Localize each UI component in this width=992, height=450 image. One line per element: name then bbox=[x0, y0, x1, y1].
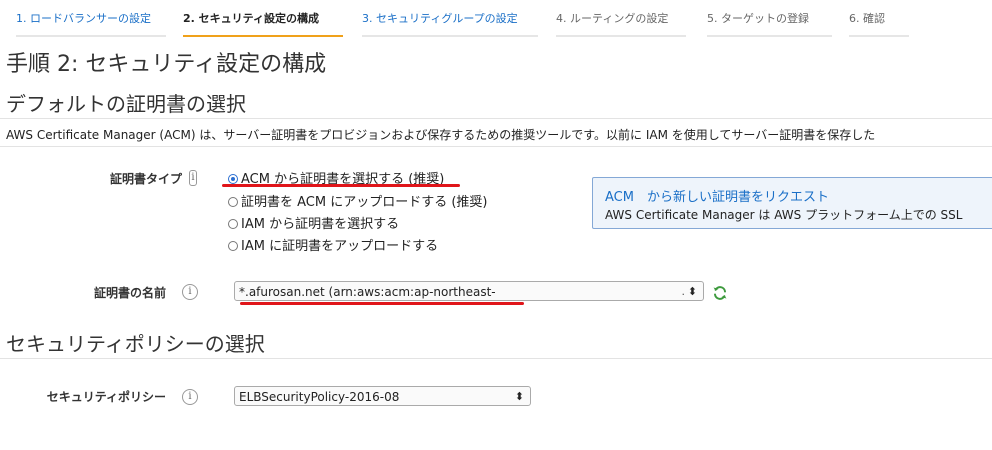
section-divider bbox=[0, 118, 992, 119]
radio-button[interactable] bbox=[228, 219, 238, 229]
dropdown-arrow-icon: ⬍ bbox=[514, 390, 524, 403]
cert-name-ellipsis: . bbox=[681, 285, 686, 298]
radio-iam-upload-label: IAM に証明書をアップロードする bbox=[241, 239, 439, 254]
radio-acm-upload[interactable]: 証明書を ACM にアップロードする (推奨) bbox=[228, 191, 488, 210]
radio-button[interactable] bbox=[228, 197, 238, 207]
tab-step-6[interactable]: 6. 確認 bbox=[849, 10, 909, 37]
radio-button[interactable] bbox=[228, 241, 238, 251]
cert-type-label: 証明書タイプ bbox=[109, 172, 182, 186]
tab-step-1-label: 1. ロードバランサーの設定 bbox=[16, 12, 151, 25]
tab-step-1-underline bbox=[16, 35, 166, 37]
description-divider bbox=[0, 146, 992, 147]
info-icon[interactable]: i bbox=[189, 170, 197, 186]
radio-iam-select-label: IAM から証明書を選択する bbox=[241, 217, 400, 232]
radio-button-checked[interactable] bbox=[228, 174, 238, 184]
tab-step-2[interactable]: 2. セキュリティ設定の構成 bbox=[183, 10, 343, 37]
tab-step-4-underline bbox=[556, 35, 686, 37]
tab-step-2-label: 2. セキュリティ設定の構成 bbox=[183, 12, 320, 25]
tab-step-5-underline bbox=[707, 35, 832, 37]
info-icon[interactable]: i bbox=[182, 389, 198, 405]
wizard-steps: 1. ロードバランサーの設定 2. セキュリティ設定の構成 3. セキュリティグ… bbox=[0, 0, 992, 38]
request-cert-link[interactable]: ACM から新しい証明書をリクエスト bbox=[605, 186, 829, 205]
security-policy-select[interactable]: ELBSecurityPolicy-2016-08 ⬍ bbox=[234, 386, 531, 406]
cert-name-select[interactable]: *.afurosan.net (arn:aws:acm:ap-northeast… bbox=[234, 281, 704, 301]
annotation-underline bbox=[240, 302, 524, 305]
cert-name-value: *.afurosan.net (arn:aws:acm:ap-northeast… bbox=[239, 285, 496, 299]
tab-step-4-label: 4. ルーティングの設定 bbox=[556, 12, 669, 25]
tab-step-3-underline bbox=[362, 35, 538, 37]
default-cert-description: AWS Certificate Manager (ACM) は、サーバー証明書を… bbox=[6, 128, 876, 142]
tab-step-1[interactable]: 1. ロードバランサーの設定 bbox=[16, 10, 166, 37]
tab-step-6-underline bbox=[849, 35, 909, 37]
page-title: 手順 2: セキュリティ設定の構成 bbox=[6, 52, 327, 77]
default-cert-heading: デフォルトの証明書の選択 bbox=[6, 92, 246, 116]
security-policy-heading: セキュリティポリシーの選択 bbox=[6, 332, 265, 356]
tab-step-3[interactable]: 3. セキュリティグループの設定 bbox=[362, 10, 538, 37]
acm-info-box: ACM から新しい証明書をリクエスト AWS Certificate Manag… bbox=[592, 177, 992, 229]
radio-acm-upload-label: 証明書を ACM にアップロードする (推奨) bbox=[241, 195, 488, 210]
tab-step-4[interactable]: 4. ルーティングの設定 bbox=[556, 10, 686, 37]
security-policy-value: ELBSecurityPolicy-2016-08 bbox=[239, 390, 400, 404]
annotation-underline bbox=[222, 184, 460, 187]
tab-step-5-label: 5. ターゲットの登録 bbox=[707, 12, 809, 25]
dropdown-arrow-icon: ⬍ bbox=[687, 285, 697, 298]
security-policy-label: セキュリティポリシー bbox=[46, 390, 166, 404]
section-divider bbox=[0, 358, 992, 359]
tab-step-5[interactable]: 5. ターゲットの登録 bbox=[707, 10, 832, 37]
refresh-icon[interactable] bbox=[712, 285, 728, 301]
acm-info-text: AWS Certificate Manager は AWS プラットフォーム上で… bbox=[605, 208, 963, 222]
radio-iam-select[interactable]: IAM から証明書を選択する bbox=[228, 213, 400, 232]
tab-step-2-underline bbox=[183, 35, 343, 37]
tab-step-6-label: 6. 確認 bbox=[849, 12, 885, 25]
info-icon[interactable]: i bbox=[182, 284, 198, 300]
tab-step-3-label: 3. セキュリティグループの設定 bbox=[362, 12, 518, 25]
radio-iam-upload[interactable]: IAM に証明書をアップロードする bbox=[228, 235, 439, 254]
cert-name-label: 証明書の名前 bbox=[93, 286, 166, 300]
